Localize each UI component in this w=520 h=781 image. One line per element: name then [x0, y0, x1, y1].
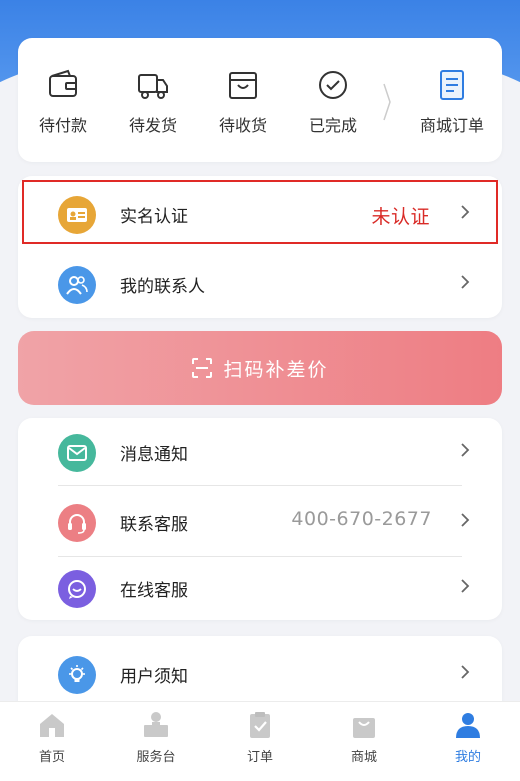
- menu-item-real-name[interactable]: 实名认证 未认证: [18, 182, 502, 246]
- scan-button-label: 扫码补差价: [223, 358, 329, 381]
- wallet-icon: [49, 69, 77, 97]
- order-label: 商城订单: [419, 116, 484, 135]
- menu-label: 在线客服: [120, 581, 188, 601]
- chevron-divider-icon: [383, 83, 391, 121]
- order-clipboard-icon: [250, 712, 270, 738]
- chevron-right-icon: [461, 443, 470, 457]
- service-desk-icon: [144, 712, 168, 737]
- bottom-tab-bar: 首页 服务台 订单 商城 我的: [0, 701, 520, 781]
- scan-icon: [192, 358, 213, 378]
- menu-item-online-service[interactable]: 在线客服: [18, 556, 502, 620]
- menu-item-customer-service[interactable]: 联系客服 400-670-2677: [18, 490, 502, 554]
- tab-label: 服务台: [136, 750, 176, 765]
- mall-orders[interactable]: 商城订单: [402, 68, 502, 136]
- support-menu-card: 消息通知 联系客服 400-670-2677 在线客服: [18, 418, 502, 620]
- account-menu-card: 实名认证 未认证 我的联系人: [18, 176, 502, 318]
- headset-icon: [58, 504, 96, 542]
- home-icon: [40, 714, 64, 737]
- chevron-right-icon: [461, 579, 470, 593]
- document-icon: [440, 70, 464, 100]
- tab-mine[interactable]: 我的: [416, 710, 520, 765]
- tab-mall[interactable]: 商城: [312, 710, 416, 765]
- tab-label: 我的: [454, 750, 481, 765]
- truck-icon: [138, 74, 168, 99]
- menu-item-user-notice[interactable]: 用户须知: [18, 642, 502, 706]
- chat-icon: [58, 570, 96, 608]
- order-label: 已完成: [308, 116, 357, 135]
- chevron-right-icon: [461, 665, 470, 679]
- tab-label: 商城: [350, 750, 377, 765]
- mail-icon: [58, 434, 96, 472]
- shopping-bag-icon: [353, 718, 375, 738]
- order-status-card: 待付款 待发货 待收货 已完成 商城订单: [18, 38, 502, 162]
- menu-label: 消息通知: [120, 445, 188, 465]
- service-phone-number[interactable]: 400-670-2677: [291, 508, 432, 530]
- menu-label: 实名认证: [120, 207, 188, 227]
- menu-item-messages[interactable]: 消息通知: [18, 420, 502, 484]
- divider: [58, 485, 462, 486]
- lightbulb-icon: [58, 656, 96, 694]
- scan-pay-difference-button[interactable]: 扫码补差价: [18, 331, 502, 405]
- order-label: 待发货: [128, 116, 177, 135]
- chevron-right-icon: [461, 513, 470, 527]
- menu-item-contacts[interactable]: 我的联系人: [18, 252, 502, 316]
- order-label: 待付款: [38, 116, 87, 135]
- tab-orders[interactable]: 订单: [208, 710, 312, 765]
- id-card-icon: [58, 196, 96, 234]
- chevron-right-icon: [461, 205, 470, 219]
- chevron-right-icon: [461, 275, 470, 289]
- contacts-icon: [58, 266, 96, 304]
- tab-label: 首页: [38, 750, 65, 765]
- order-pending-payment[interactable]: 待付款: [18, 68, 108, 136]
- box-icon: [229, 72, 257, 99]
- user-icon: [456, 713, 480, 738]
- check-circle-icon: [319, 71, 347, 99]
- order-label: 待收货: [218, 116, 267, 135]
- order-pending-shipment[interactable]: 待发货: [108, 68, 198, 136]
- order-pending-receipt[interactable]: 待收货: [198, 68, 288, 136]
- tab-service-desk[interactable]: 服务台: [104, 710, 208, 765]
- verification-status: 未认证: [371, 206, 430, 228]
- menu-label: 联系客服: [120, 515, 188, 535]
- tab-label: 订单: [246, 750, 273, 765]
- tab-home[interactable]: 首页: [0, 710, 104, 765]
- order-completed[interactable]: 已完成: [288, 68, 378, 136]
- menu-label: 用户须知: [120, 667, 188, 687]
- menu-label: 我的联系人: [120, 277, 205, 297]
